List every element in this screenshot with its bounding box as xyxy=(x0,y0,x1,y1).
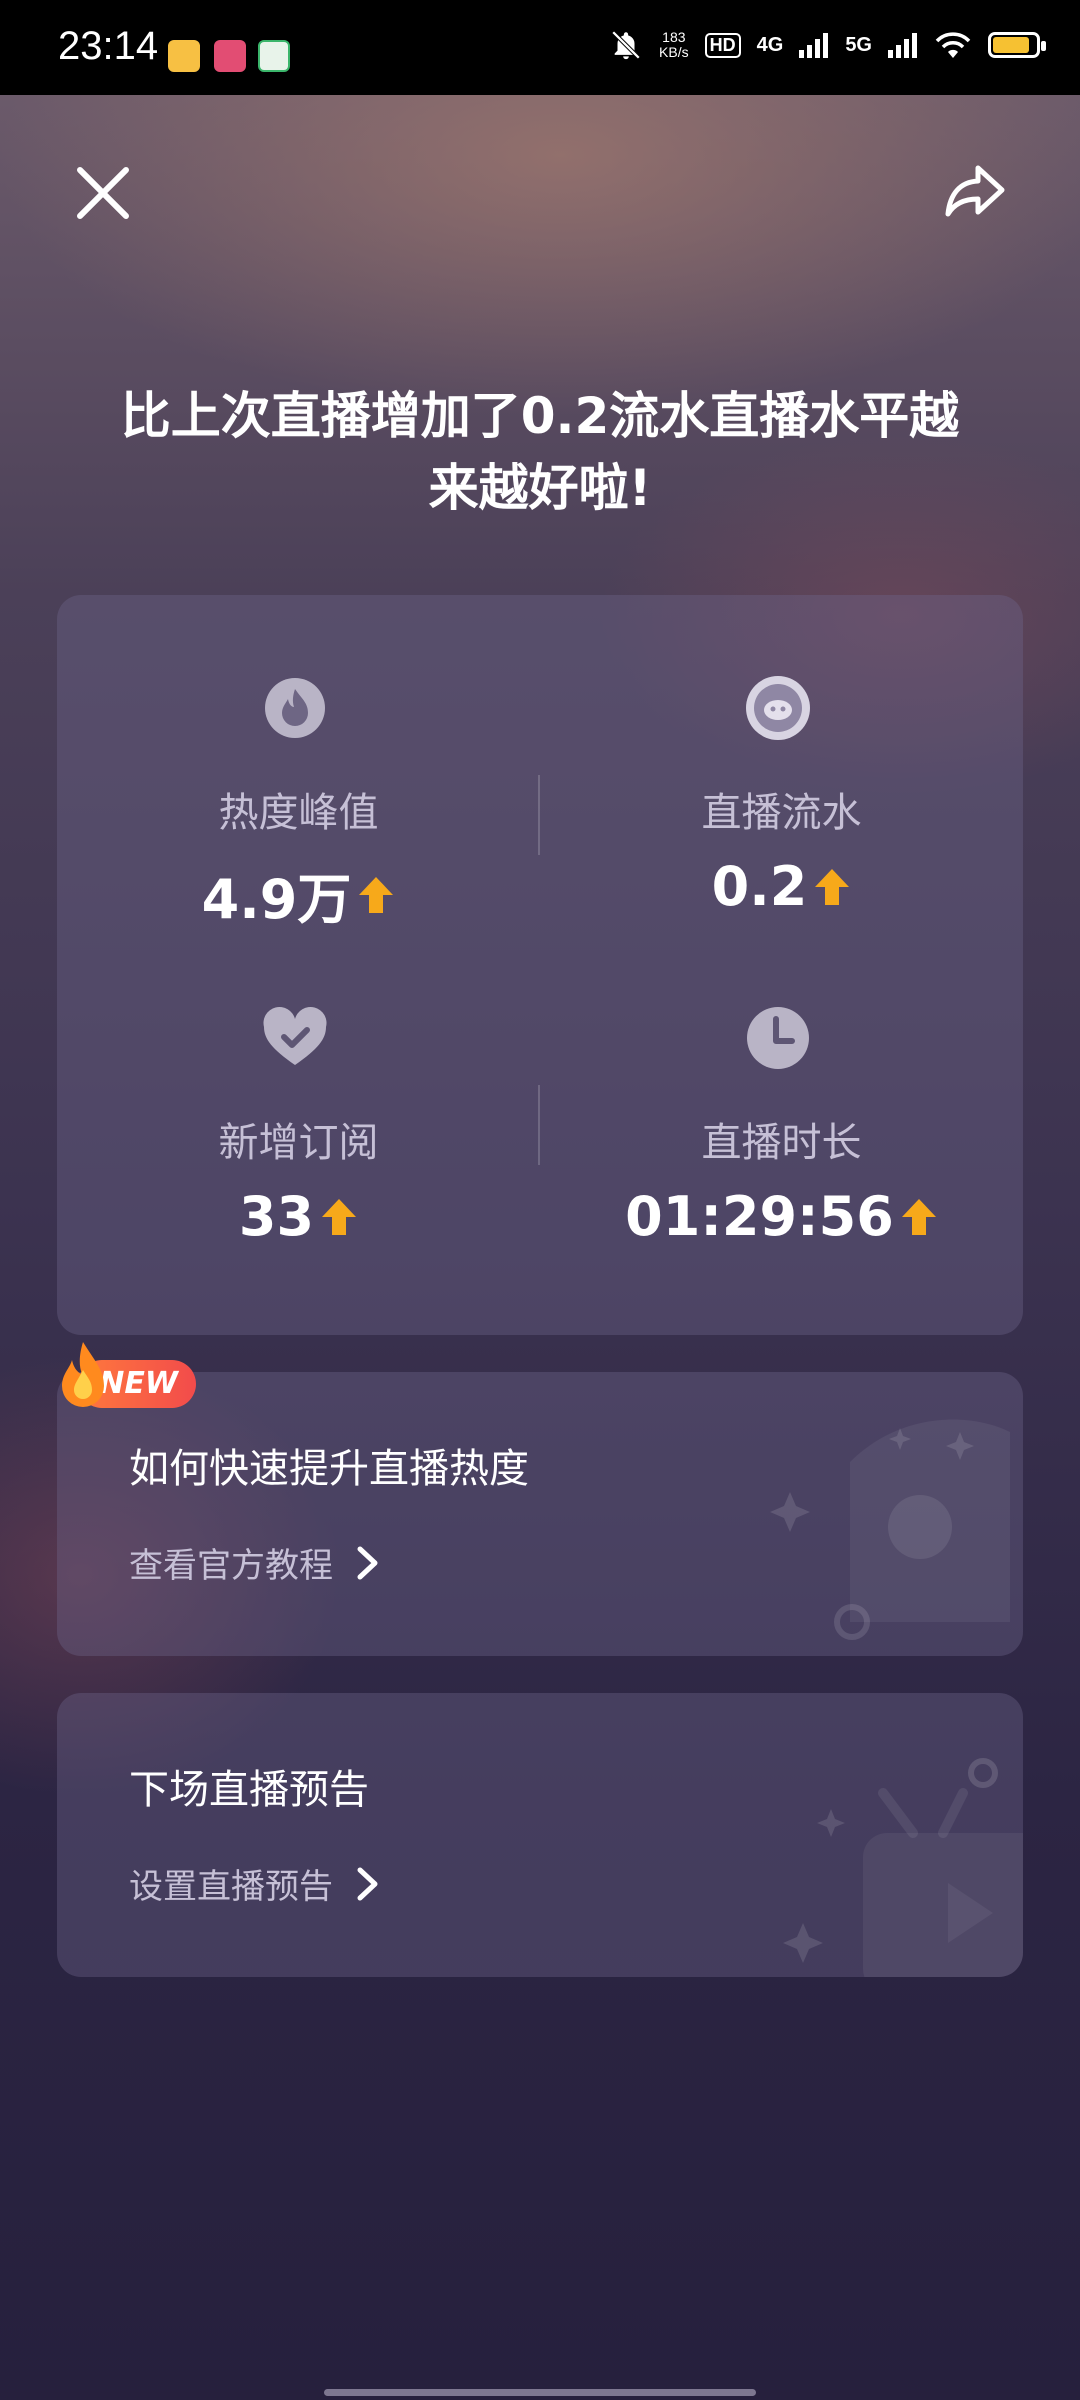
net-speed-unit: KB/s xyxy=(659,44,689,60)
preview-link-label: 设置直播预告 xyxy=(129,1867,333,1907)
coin-icon xyxy=(746,676,810,740)
arrow-up-icon xyxy=(359,876,394,913)
flame-icon xyxy=(62,1342,104,1407)
app-notification-icon xyxy=(214,40,246,72)
app-notification-icon xyxy=(258,40,290,72)
tv-icon xyxy=(783,1758,1023,1977)
status-time: 23:14 xyxy=(58,24,159,68)
status-right-group: 183 KB/s HD 4G 5G xyxy=(609,28,1046,62)
net-speed: 183 KB/s xyxy=(659,30,689,60)
stat-value: 4.9万 xyxy=(201,868,352,931)
arrow-up-icon xyxy=(322,1198,357,1235)
network-5g-label: 5G xyxy=(845,33,872,56)
chevron-right-icon xyxy=(357,1867,378,1900)
stat-value-row: 4.9万 xyxy=(57,855,540,934)
stat-value-row: 01:29:56 xyxy=(540,1185,1023,1248)
arrow-up-icon xyxy=(815,868,850,905)
signal-icon xyxy=(888,33,917,58)
network-4g-label: 4G xyxy=(756,33,784,56)
tutorial-link[interactable]: 查看官方教程 xyxy=(129,1538,381,1587)
stat-value-row: 33 xyxy=(57,1185,540,1248)
stat-label: 热度峰值 xyxy=(218,790,379,836)
flame-icon xyxy=(265,678,325,738)
close-button[interactable] xyxy=(70,160,136,226)
preview-title: 下场直播预告 xyxy=(129,1767,369,1813)
live-preview-card[interactable]: 下场直播预告 设置直播预告 xyxy=(57,1693,1023,1977)
arrow-up-icon xyxy=(901,1198,936,1235)
tutorial-card[interactable]: 如何快速提升直播热度 查看官方教程 xyxy=(57,1372,1023,1656)
home-indicator[interactable] xyxy=(324,2389,756,2396)
chevron-right-icon xyxy=(357,1546,378,1579)
stat-value-row: 0.2 xyxy=(540,855,1023,918)
bell-muted-icon xyxy=(611,30,641,60)
app-notification-icon xyxy=(168,40,200,72)
stat-label: 直播流水 xyxy=(701,790,862,836)
tutorial-title: 如何快速提升直播热度 xyxy=(129,1446,529,1492)
battery-icon xyxy=(988,32,1046,58)
hd-label: HD xyxy=(704,32,741,58)
clock-icon xyxy=(747,1007,809,1069)
preview-link[interactable]: 设置直播预告 xyxy=(129,1859,381,1908)
net-speed-value: 183 xyxy=(662,29,686,45)
status-bar: 23:14 183 KB/s HD 4G 5G xyxy=(0,0,1080,95)
new-badge: NEW xyxy=(58,1340,198,1410)
stat-label: 直播时长 xyxy=(701,1120,862,1166)
signal-icon xyxy=(799,33,829,58)
summary-headline: 比上次直播增加了0.2流水直播水平越来越好啦! xyxy=(120,387,960,517)
stats-card: 热度峰值 4.9万 直播流水 0.2 新增订阅 33 直播时长 01:29:56 xyxy=(57,595,1023,1335)
stat-value: 0.2 xyxy=(711,855,808,918)
wifi-icon xyxy=(935,32,971,58)
share-button[interactable] xyxy=(940,156,1010,226)
heart-check-icon xyxy=(263,1006,327,1065)
rocket-icon xyxy=(770,1419,1010,1640)
stat-value: 01:29:56 xyxy=(625,1185,894,1248)
stat-value: 33 xyxy=(238,1185,315,1248)
stat-label: 新增订阅 xyxy=(218,1120,379,1166)
tutorial-link-label: 查看官方教程 xyxy=(129,1546,333,1586)
battery-level xyxy=(993,37,1029,53)
